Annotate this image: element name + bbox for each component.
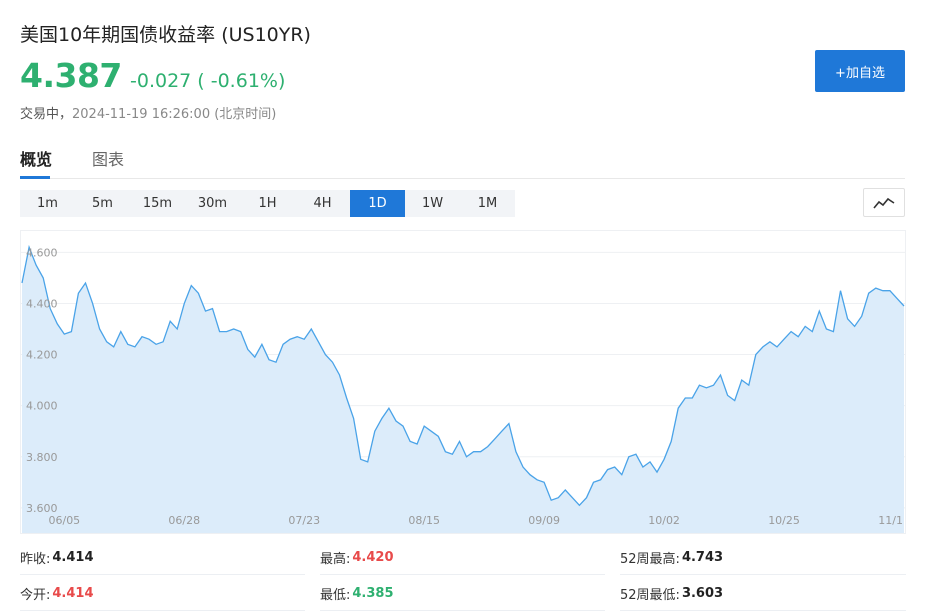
- chart-type-button[interactable]: [863, 188, 905, 217]
- status-text: 交易中，: [20, 107, 73, 122]
- y-tick-label: 3.800: [26, 451, 58, 464]
- x-tick-label: 06/28: [168, 514, 200, 527]
- stat-value: 4.414: [52, 549, 94, 565]
- add-to-watchlist-button[interactable]: +加自选: [815, 50, 905, 92]
- x-tick-label: 08/15: [408, 514, 440, 527]
- tab-chart[interactable]: 图表: [92, 146, 124, 170]
- stat-high: 最高: 4.420: [320, 540, 605, 575]
- trading-status: 交易中，2024-11-19 16:26:00 (北京时间): [20, 103, 276, 122]
- x-tick-label: 10/25: [768, 514, 800, 527]
- stat-52w-high: 52周最高: 4.743: [620, 540, 906, 575]
- x-tick-label: 10/02: [648, 514, 680, 527]
- stat-value: 4.420: [352, 549, 394, 565]
- stat-value: 4.385: [352, 585, 394, 601]
- last-price: 4.387: [20, 56, 122, 95]
- instrument-title: 美国10年期国债收益率 (US10YR): [20, 20, 311, 47]
- y-tick-label: 4.000: [26, 400, 58, 413]
- price-chart-svg: 3.600 3.800 4.000 4.200 4.400 4.600 06/05 06/2…: [21, 244, 905, 533]
- stat-52w-low: 52周最低: 3.603: [620, 576, 906, 611]
- stat-label: 今开:: [20, 587, 51, 603]
- x-tick-label: 06/05: [48, 514, 80, 527]
- price-chart[interactable]: 3.600 3.800 4.000 4.200 4.400 4.600 06/05 06/2…: [20, 230, 906, 534]
- stat-value: 3.603: [681, 585, 724, 601]
- active-tab-indicator: [20, 176, 50, 179]
- stat-label: 昨收:: [20, 551, 51, 567]
- stat-low: 最低: 4.385: [320, 576, 605, 611]
- stats-row: 昨收: 4.414 最高: 4.420 52周最高: 4.743: [20, 540, 906, 575]
- y-tick-label: 4.600: [26, 246, 58, 259]
- x-tick-label: 09/09: [528, 514, 560, 527]
- instrument-code: (US10YR): [221, 24, 311, 46]
- stat-label: 52周最高:: [620, 551, 680, 567]
- stat-label: 最高:: [320, 551, 351, 567]
- x-tick-label: 11/1: [878, 514, 903, 527]
- interval-1m[interactable]: 1m: [20, 190, 75, 217]
- stat-label: 52周最低:: [620, 587, 680, 603]
- interval-30m[interactable]: 30m: [185, 190, 240, 217]
- interval-4h[interactable]: 4H: [295, 190, 350, 217]
- interval-1h[interactable]: 1H: [240, 190, 295, 217]
- stat-prev-close: 昨收: 4.414: [20, 540, 305, 575]
- stat-open: 今开: 4.414: [20, 576, 305, 611]
- tab-overview[interactable]: 概览: [20, 146, 52, 170]
- y-tick-label: 3.600: [26, 502, 58, 515]
- price-change: -0.027 ( -0.61%): [130, 70, 286, 92]
- stat-value: 4.743: [681, 549, 724, 565]
- interval-15m[interactable]: 15m: [130, 190, 185, 217]
- interval-1d[interactable]: 1D: [350, 190, 405, 217]
- x-tick-label: 07/23: [288, 514, 320, 527]
- interval-selector: 1m 5m 15m 30m 1H 4H 1D 1W 1M: [20, 190, 515, 217]
- series-area: [22, 247, 904, 533]
- y-tick-label: 4.200: [26, 349, 58, 362]
- stat-value: 4.414: [52, 585, 94, 601]
- interval-1w[interactable]: 1W: [405, 190, 460, 217]
- line-chart-icon: [873, 197, 895, 209]
- stat-label: 最低:: [320, 587, 351, 603]
- instrument-name: 美国10年期国债收益率: [20, 24, 216, 46]
- y-tick-label: 4.400: [26, 297, 58, 310]
- tab-bar: 概览 图表: [20, 144, 905, 179]
- interval-5m[interactable]: 5m: [75, 190, 130, 217]
- interval-1mo[interactable]: 1M: [460, 190, 515, 217]
- timestamp: 2024-11-19 16:26:00 (北京时间): [72, 107, 277, 122]
